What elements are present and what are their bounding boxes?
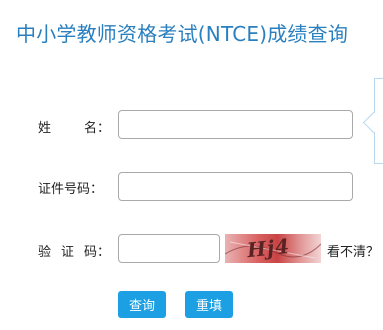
captcha-label-part-2: 证 <box>60 245 74 260</box>
reset-button[interactable]: 重填 <box>185 291 233 318</box>
captcha-label: 验 证 码： <box>38 241 110 260</box>
captcha-text: Hj4 <box>245 234 292 263</box>
id-number-label: 证件号码： <box>38 182 104 197</box>
name-label: 姓 名： <box>38 117 110 136</box>
captcha-image[interactable]: Hj4 <box>225 234 321 263</box>
side-tooltip-panel <box>374 78 383 164</box>
name-label-part-1: 姓 <box>38 121 52 136</box>
page-title: 中小学教师资格考试(NTCE)成绩查询 <box>16 22 349 46</box>
name-label-part-2: 名： <box>83 121 110 136</box>
id-number-input[interactable] <box>118 172 353 201</box>
captcha-input[interactable] <box>118 234 220 263</box>
name-input[interactable] <box>118 110 353 139</box>
refresh-captcha-link[interactable]: 看不清？ <box>327 241 379 260</box>
captcha-label-part-3: 码： <box>83 245 110 260</box>
captcha-label-part-1: 验 <box>38 245 52 260</box>
query-button[interactable]: 查询 <box>118 291 166 318</box>
